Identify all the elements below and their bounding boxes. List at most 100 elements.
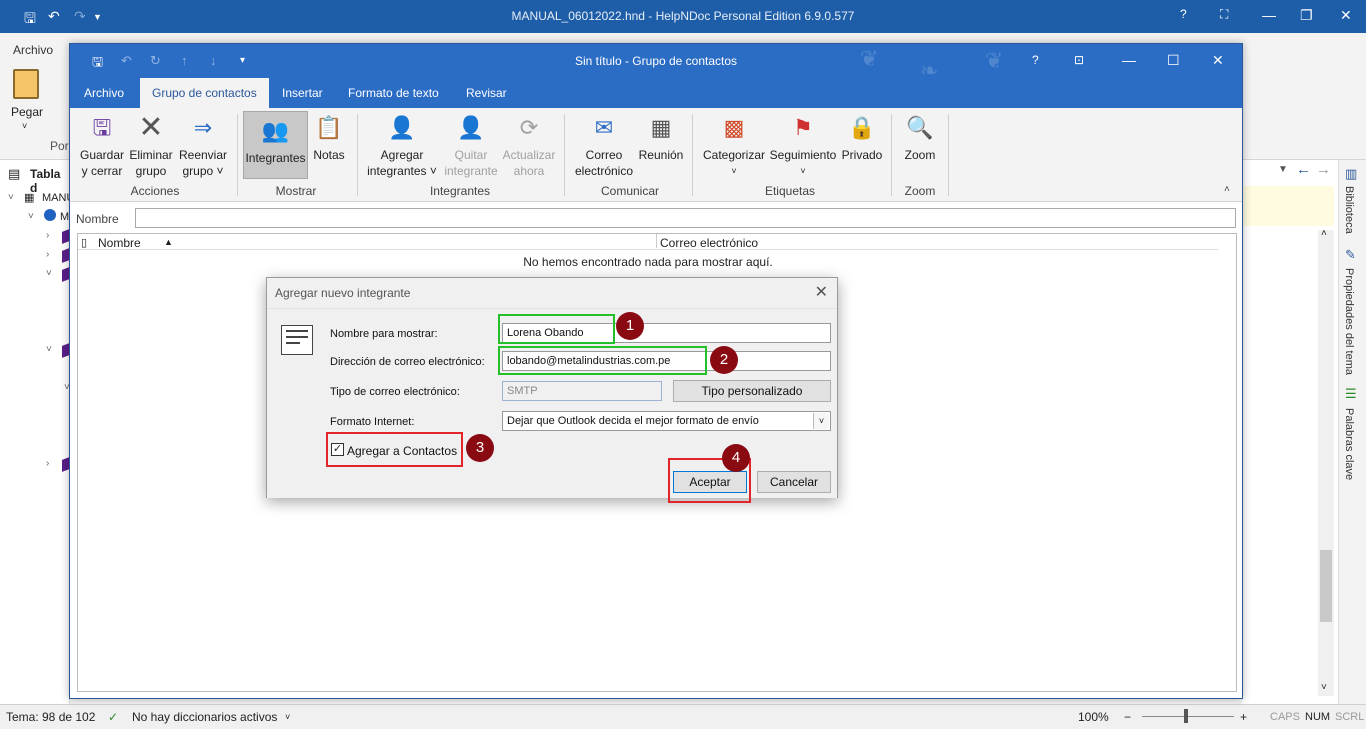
maximize-icon[interactable]: ☐ [1167,52,1180,69]
members-view-button[interactable]: 👥 Integrantes [243,111,308,179]
topics-panel: ▤ Tabla d ˅ ▦ MANU ˅ M › › ˅ ˅ ˅ › [0,160,74,704]
step-badge-3: 3 [466,434,494,462]
scroll-down-icon[interactable]: ˅ [1321,682,1327,693]
topic-header [1242,186,1334,226]
zoom-in-icon[interactable]: + [1240,710,1247,724]
back-arrow-icon[interactable]: ← [1296,161,1311,178]
tab-revisar[interactable]: Revisar [454,78,519,108]
collapse-ribbon-icon[interactable]: ˄ [1224,184,1230,195]
scrollbar-thumb[interactable] [1320,550,1332,622]
forward-group-icon: ⇒ [193,115,213,140]
empty-list-message: No hemos encontrado nada para mostrar aq… [523,255,773,269]
custom-type-button[interactable]: Tipo personalizado [673,380,831,402]
group-name-row: Nombre [70,206,1242,230]
cg-ribbon: 🖫 Guardar y cerrar ✕ Eliminar grupo ⇒ Re… [70,108,1242,202]
outer-tab-archivo[interactable]: Archivo [13,43,53,57]
cancel-button[interactable]: Cancelar [757,471,831,493]
library-icon: ▥ [1345,166,1358,181]
update-now-button[interactable]: ⟳ Actualizar ahora [500,112,558,179]
chevron-right-icon[interactable]: › [46,230,49,241]
tab-formato-texto[interactable]: Formato de texto [336,78,451,108]
zoom-slider-thumb[interactable] [1184,709,1188,723]
internet-format-label: Formato Internet: [330,416,415,428]
remove-member-button[interactable]: 👤 Quitar integrante [442,112,500,179]
decorative-leaf-icon: ❦ [985,48,1004,73]
meeting-button[interactable]: ▦ Reunión [636,112,686,163]
scroll-up-icon[interactable]: ˄ [1321,228,1327,239]
restore-icon[interactable]: ❐ [1300,7,1313,24]
chapter-icon [44,209,56,221]
zoom-out-icon[interactable]: − [1124,710,1131,724]
fullscreen-icon[interactable]: ⛶ [1220,7,1228,22]
chevron-down-icon[interactable]: ˅ [28,211,34,222]
notes-icon: 📋 [315,115,343,140]
spellcheck-icon[interactable]: ✓ [108,710,118,724]
tab-grupo-contactos[interactable]: Grupo de contactos [140,78,269,108]
contact-card-icon [281,325,313,355]
chevron-right-icon[interactable]: › [46,249,49,260]
delete-group-button[interactable]: ✕ Eliminar grupo [128,112,174,179]
chevron-right-icon[interactable]: › [46,458,49,469]
group-label-comunicar: Comunicar [600,184,660,198]
step-badge-1: 1 [616,312,644,340]
follow-up-button[interactable]: ⚑ Seguimiento ˅ [768,112,838,179]
categorize-button[interactable]: ▩ Categorizar ˅ [702,112,766,179]
step-badge-4: 4 [722,444,750,472]
email-type-label: Tipo de correo electrónico: [330,386,460,398]
editor-scrollbar[interactable]: ˄ ˅ [1318,228,1334,696]
internet-format-select[interactable]: Dejar que Outlook decida el mejor format… [502,411,831,431]
properties-icon: ✎ [1345,247,1356,262]
group-label-etiquetas: Etiquetas [764,184,816,198]
add-person-icon: 👤 [388,115,416,140]
tab-palabras-clave[interactable]: Palabras clave [1343,408,1355,480]
close-icon[interactable]: ✕ [1212,52,1224,69]
tab-archivo[interactable]: Archivo [72,78,136,108]
step-badge-2: 2 [710,346,738,374]
help-icon[interactable]: ? [1180,7,1187,21]
toc-icon: ▤ [8,166,21,181]
dialog-title: Agregar nuevo integrante [275,286,411,300]
outer-group-label: Por [50,139,69,153]
chevron-down-icon: ˅ [731,166,737,176]
num-indicator: NUM [1305,711,1331,723]
clipboard-icon[interactable] [13,69,39,99]
ribbon-display-icon[interactable]: ⊡ [1074,53,1084,67]
zoom-slider[interactable] [1142,716,1234,717]
close-icon[interactable]: ✕ [815,282,828,302]
remove-person-icon: 👤 [457,115,485,140]
chevron-down-icon[interactable]: ˅ [285,712,290,722]
flag-icon: ⚑ [793,115,813,140]
save-close-button[interactable]: 🖫 Guardar y cerrar [78,112,126,179]
forward-arrow-icon[interactable]: → [1316,161,1331,178]
dropdown-icon[interactable]: ▼ [1278,164,1288,175]
tree-item[interactable]: M [60,211,69,223]
chevron-down-icon[interactable]: ˅ [46,268,52,279]
notes-button[interactable]: 📋 Notas [311,112,347,163]
col-nombre-header[interactable]: Nombre [98,236,141,250]
chevron-down-icon[interactable]: ˅ [813,413,829,429]
help-icon[interactable]: ? [1032,53,1039,67]
group-name-label: Nombre [76,212,119,226]
forward-group-button[interactable]: ⇒ Reenviar grupo ˅ [176,112,230,179]
sort-ascending-icon: ▲ [164,237,173,247]
dictionary-status[interactable]: No hay diccionarios activos [132,710,277,724]
tab-propiedades-tema[interactable]: Propiedades del tema [1343,268,1355,375]
minimize-icon[interactable]: — [1122,52,1136,68]
email-type-input[interactable]: SMTP [502,381,662,401]
tab-insertar[interactable]: Insertar [270,78,335,108]
email-icon: ✉ [594,115,614,140]
close-icon[interactable]: ✕ [1340,7,1352,24]
zoom-button[interactable]: 🔍 Zoom [900,112,940,163]
chevron-down-icon[interactable]: ˅ [8,192,14,203]
right-side-tabs: ▥ Biblioteca ✎ Propiedades del tema ☰ Pa… [1338,160,1366,704]
paste-button[interactable]: Pegar [11,105,43,119]
chevron-down-icon[interactable]: ˅ [46,344,52,355]
tab-biblioteca[interactable]: Biblioteca [1343,186,1355,234]
cg-ribbon-tabs: Archivo Grupo de contactos Insertar Form… [70,78,1242,108]
email-button[interactable]: ✉ Correo electrónico [572,112,636,179]
add-members-button[interactable]: 👤 Agregar integrantes ˅ [366,112,438,179]
col-correo-header[interactable]: Correo electrónico [660,236,758,250]
private-button[interactable]: 🔒 Privado [838,112,886,163]
minimize-icon[interactable]: — [1262,7,1276,23]
group-name-input[interactable] [135,208,1236,228]
